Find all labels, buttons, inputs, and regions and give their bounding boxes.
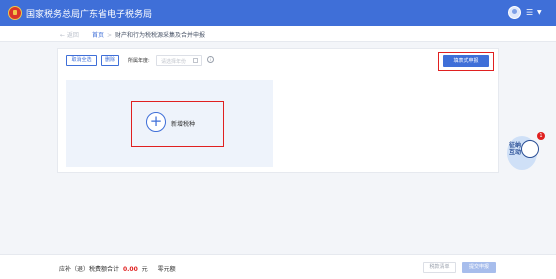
calendar-icon [193,58,198,63]
amount-unit: 元 [141,266,148,273]
app-title: 国家税务总局广东省电子税务局 [26,9,153,20]
highlight-box-add [131,101,224,147]
avatar[interactable] [508,6,521,19]
brand[interactable]: 国家税务总局广东省电子税务局 [8,6,152,20]
declaration-panel: 取消全选 删除 所属年度: 请选择年份 i 填表式申报 + 新增税种 [57,48,499,173]
deselect-all-button[interactable]: 取消全选 [66,55,97,66]
total-amount: 0.00 [122,266,138,273]
notification-badge: 1 [537,132,545,140]
year-placeholder: 请选择年份 [161,59,187,65]
add-tax-card[interactable]: + 新增税种 [66,80,273,167]
summary-label: 应补（退）税费额合计 [59,266,120,273]
breadcrumb: 首页 > 财产和行为税税源采集及合并申报 [92,30,205,39]
submit-declaration-button[interactable]: 提交申报 [462,262,496,273]
year-label: 所属年度: [128,58,150,64]
back-link[interactable]: ← 返回 [60,30,79,39]
breadcrumb-home[interactable]: 首页 [92,32,104,39]
caret-down-icon[interactable]: ▼ [537,9,542,16]
tax-list-button[interactable]: 税款清单 [423,262,456,273]
highlight-box-primary [438,52,494,71]
breadcrumb-bar: ← 返回 首页 > 财产和行为税税源采集及合并申报 [0,26,556,42]
summary-extra: 零元额 [157,266,176,273]
menu-icon[interactable]: ☰ [526,8,533,17]
top-header: 国家税务总局广东省电子税务局 ☰ ▼ [0,0,556,26]
year-picker-input[interactable]: 请选择年份 [156,55,202,66]
footer-bar: 应补（退）税费额合计 0.00 元 零元额 税款清单 提交申报 [0,254,556,279]
tax-summary: 应补（退）税费额合计 0.00 元 零元额 [59,264,176,273]
breadcrumb-separator: > [107,32,113,39]
info-icon[interactable]: i [207,56,214,63]
breadcrumb-current: 财产和行为税税源采集及合并申报 [115,32,206,39]
assistant-mascot[interactable]: 征纳互动 1 [499,132,545,178]
delete-button[interactable]: 删除 [101,55,119,66]
mascot-face-icon [521,140,539,158]
tax-emblem-icon [8,6,22,20]
